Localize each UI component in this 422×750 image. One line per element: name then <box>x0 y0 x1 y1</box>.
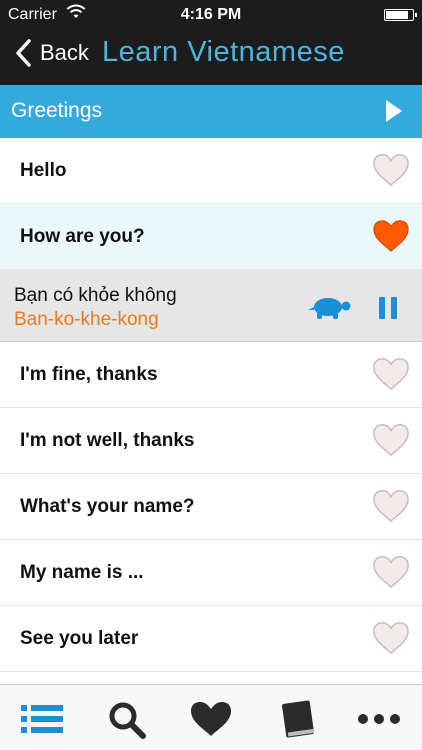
heart-icon[interactable] <box>372 422 410 458</box>
heart-icon[interactable] <box>372 488 410 524</box>
chevron-left-icon <box>16 39 31 67</box>
heart-icon[interactable] <box>372 152 410 188</box>
section-header: Greetings <box>0 85 422 138</box>
battery-icon <box>384 9 417 21</box>
phrase-text: What's your name? <box>20 496 195 517</box>
top-bar: Carrier 4:16 PM Back Learn Vietnamese <box>0 0 422 85</box>
heart-icon[interactable] <box>372 554 410 590</box>
list-icon[interactable] <box>19 699 65 739</box>
list-item[interactable]: See you later <box>0 606 422 672</box>
phrase-detail: Bạn có khỏe không Ban-ko-khe-kong <box>0 270 422 342</box>
vietnamese-text: Bạn có khỏe không <box>14 285 177 306</box>
list-item[interactable]: My name is ... <box>0 540 422 606</box>
more-icon[interactable] <box>356 699 402 739</box>
phrase-text: I'm fine, thanks <box>20 364 158 385</box>
status-bar: Carrier 4:16 PM <box>0 0 422 30</box>
phrase-text: See you later <box>20 628 139 649</box>
page-title: Learn Vietnamese <box>102 36 345 68</box>
back-label: Back <box>40 40 89 65</box>
search-icon[interactable] <box>104 699 150 739</box>
list-item[interactable]: What's your name? <box>0 474 422 540</box>
back-button[interactable]: Back <box>14 38 89 68</box>
heart-icon[interactable] <box>372 218 410 254</box>
heart-icon[interactable] <box>188 699 234 739</box>
play-icon[interactable] <box>384 98 404 124</box>
phrase-text: Hello <box>20 160 67 181</box>
pronunciation-text: Ban-ko-khe-kong <box>14 309 159 330</box>
phrase-text: I'm not well, thanks <box>20 430 195 451</box>
phrase-text: My name is ... <box>20 562 144 583</box>
phrase-text: How are you? <box>20 226 145 247</box>
list-item[interactable]: How are you? <box>0 204 422 270</box>
status-time: 4:16 PM <box>180 6 242 23</box>
list-item[interactable]: I'm not well, thanks <box>0 408 422 474</box>
list-item[interactable]: Hello <box>0 138 422 204</box>
heart-icon[interactable] <box>372 620 410 656</box>
battery-level <box>386 11 408 19</box>
tab-bar <box>0 684 422 750</box>
nav-bar: Back Learn Vietnamese <box>0 30 422 85</box>
pause-icon[interactable] <box>379 297 397 319</box>
section-title: Greetings <box>11 99 103 122</box>
turtle-icon[interactable] <box>306 294 352 320</box>
heart-icon[interactable] <box>372 356 410 392</box>
book-icon[interactable] <box>276 699 322 739</box>
list-item[interactable]: I'm fine, thanks <box>0 342 422 408</box>
phrase-list: Hello How are you? Bạn có khỏe không Ban… <box>0 138 422 672</box>
